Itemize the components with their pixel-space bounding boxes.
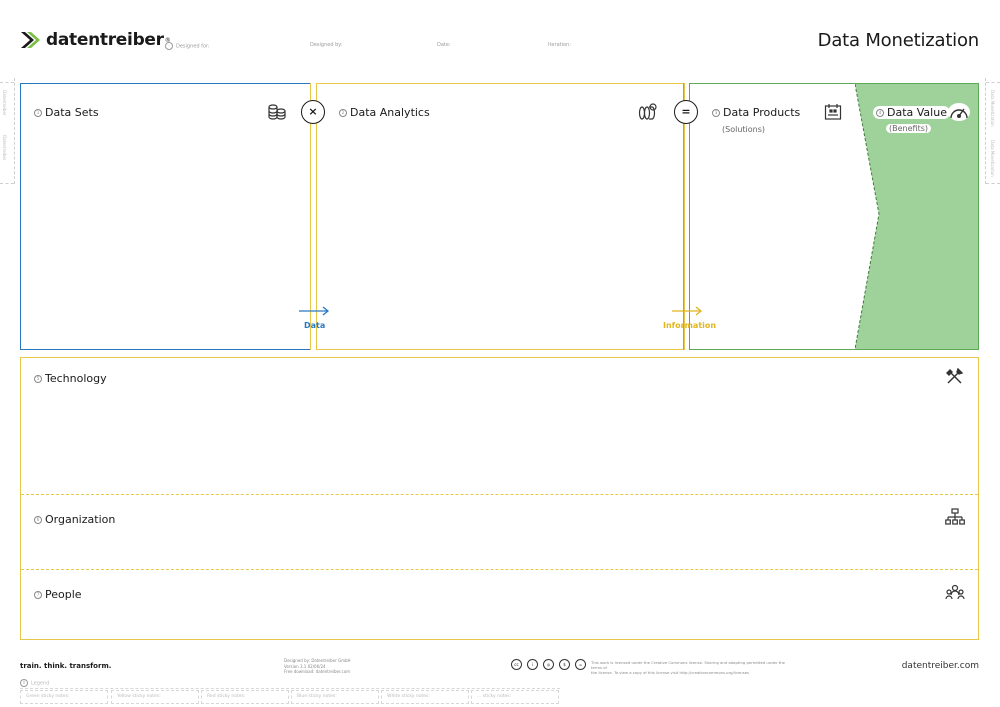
- cc-nd-icon: =: [575, 659, 586, 670]
- legend-red[interactable]: Red sticky notes:: [201, 690, 289, 704]
- tools-icon: [946, 368, 964, 384]
- data-analytics-title: 2 Data Analytics: [339, 106, 430, 119]
- cc-icon: cc: [511, 659, 522, 670]
- data-value-subtitle: (Benefits): [886, 124, 931, 133]
- multiply-operator: ×: [301, 100, 325, 124]
- data-analytics-label: Data Analytics: [350, 106, 430, 119]
- speedometer-icon: [948, 103, 970, 121]
- step-number: 8: [20, 679, 28, 687]
- website-link[interactable]: datentreiber.com: [902, 661, 979, 671]
- meta-label: Date:: [437, 42, 451, 48]
- coins-stack-icon: [268, 104, 286, 120]
- data-value-label: Data Value: [887, 106, 947, 119]
- data-sets-title: 1 Data Sets: [34, 106, 99, 119]
- license-text: This work is licensed under the Creative…: [591, 660, 791, 675]
- creative-commons-icons: cc i ◎ $ =: [511, 659, 586, 670]
- license-line: the license. To view a copy of this lice…: [591, 670, 750, 675]
- brand-logo: datentreiber ®: [20, 30, 171, 50]
- step-number: 3: [712, 109, 720, 117]
- data-flow-arrow-icon: [299, 306, 330, 316]
- legend-title: 8 Legend: [20, 679, 49, 687]
- side-label-right-bottom: Data Monetization: [990, 140, 995, 177]
- organization-title: 6 Organization: [34, 513, 115, 526]
- legend-blue[interactable]: Blue sticky notes:: [291, 690, 379, 704]
- page-title: Data Monetization: [817, 30, 980, 51]
- technology-title: 5 Technology: [34, 372, 107, 385]
- cc-sa-icon: ◎: [543, 659, 554, 670]
- step-number: 6: [34, 516, 42, 524]
- step-number: 7: [34, 591, 42, 599]
- left-cut-mark-top: [0, 82, 14, 83]
- step-number: 1: [34, 109, 42, 117]
- people-section[interactable]: [21, 570, 978, 639]
- legend-white[interactable]: White sticky notes:: [381, 690, 469, 704]
- data-value-spacer: [875, 84, 879, 349]
- meta-circle-icon: ·: [165, 42, 173, 50]
- datentreiber-logo-icon: [21, 32, 40, 48]
- legend-green[interactable]: Green sticky notes:: [20, 690, 108, 704]
- analytics-icon: [638, 103, 657, 120]
- credits-line: Free download: datentreiber.com: [284, 669, 351, 674]
- cc-by-icon: i: [527, 659, 538, 670]
- meta-designed-by: Designed by:: [310, 42, 343, 48]
- side-label-right-top: Data Monetization: [990, 90, 995, 127]
- technology-section[interactable]: [21, 358, 978, 494]
- meta-label: Designed for:: [176, 43, 210, 50]
- left-cut-mark-bottom: [0, 183, 14, 184]
- data-sets-panel[interactable]: [20, 83, 311, 350]
- step-number: 5: [34, 375, 42, 383]
- meta-iteration: Iteration:: [548, 42, 571, 48]
- tagline: train. think. transform.: [20, 662, 112, 670]
- meta-designed-for: · Designed for:: [165, 42, 210, 50]
- meta-label: Iteration:: [548, 42, 571, 48]
- step-number: 4: [876, 109, 884, 117]
- step-number: 2: [339, 109, 347, 117]
- cc-nc-icon: $: [559, 659, 570, 670]
- information-flow-label: Information: [663, 321, 717, 330]
- org-chart-icon: [945, 508, 965, 525]
- right-cut-line: [985, 78, 986, 184]
- data-products-title: 3 Data Products: [712, 106, 800, 119]
- meta-date: Date:: [437, 42, 451, 48]
- side-label-left-bottom: Datentreiber: [2, 135, 7, 161]
- right-cut-mark-bottom: [986, 183, 1000, 184]
- data-flow-label: Data: [304, 321, 326, 330]
- right-cut-mark-top: [986, 82, 1000, 83]
- organization-label: Organization: [45, 513, 116, 526]
- data-products-label: Data Products: [723, 106, 801, 119]
- left-cut-line: [14, 78, 15, 184]
- people-title: 7 People: [34, 588, 82, 601]
- information-flow-arrow-icon: [672, 306, 703, 316]
- credits-line: Designed by: Datentreiber GmbH: [284, 658, 351, 663]
- data-value-title: 4 Data Value: [873, 106, 950, 119]
- legend-divider: [20, 688, 560, 689]
- people-icon: [945, 584, 965, 600]
- data-sets-label: Data Sets: [45, 106, 99, 119]
- legend-yellow[interactable]: Yellow sticky notes:: [111, 690, 199, 704]
- credits: Designed by: Datentreiber GmbH Version 3…: [284, 658, 351, 675]
- legend-label: Legend: [31, 680, 50, 687]
- people-label: People: [45, 588, 82, 601]
- license-line: This work is licensed under the Creative…: [591, 660, 785, 670]
- side-label-left-top: Datentreiber: [2, 90, 7, 116]
- data-products-subtitle: (Solutions): [722, 125, 765, 134]
- calendar-icon: [824, 104, 842, 120]
- meta-label: Designed by:: [310, 42, 343, 48]
- organization-section[interactable]: [21, 495, 978, 569]
- equals-operator: =: [674, 100, 698, 124]
- data-analytics-panel[interactable]: [316, 83, 685, 350]
- technology-label: Technology: [45, 372, 107, 385]
- legend-other[interactable]: ... sticky notes:: [471, 690, 559, 704]
- brand-name: datentreiber: [46, 30, 164, 50]
